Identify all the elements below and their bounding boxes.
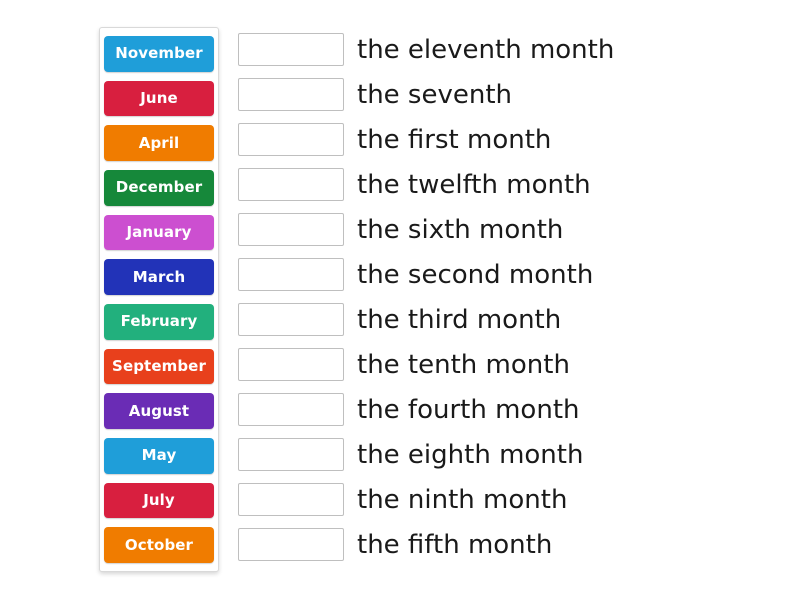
month-tile[interactable]: May bbox=[104, 438, 214, 474]
answer-drop-box[interactable] bbox=[238, 393, 344, 426]
answer-row: the first month bbox=[238, 117, 778, 162]
month-tile[interactable]: March bbox=[104, 259, 214, 296]
answer-row: the sixth month bbox=[238, 207, 778, 252]
answer-row: the fifth month bbox=[238, 522, 778, 567]
answer-drop-box[interactable] bbox=[238, 348, 344, 381]
definition-label: the third month bbox=[357, 304, 562, 335]
month-tile[interactable]: August bbox=[104, 393, 214, 430]
answer-rows-list: the eleventh month the seventh the first m… bbox=[238, 27, 778, 567]
answer-drop-box[interactable] bbox=[238, 303, 344, 336]
month-tile[interactable]: December bbox=[104, 170, 214, 206]
definition-label: the seventh bbox=[357, 79, 513, 110]
answer-row: the eighth month bbox=[238, 432, 778, 477]
answer-row: the fourth month bbox=[238, 387, 778, 432]
month-tile[interactable]: January bbox=[104, 214, 214, 251]
answer-drop-box[interactable] bbox=[238, 528, 344, 561]
month-tile[interactable]: September bbox=[104, 348, 214, 385]
month-tile[interactable]: February bbox=[104, 304, 214, 340]
definition-label: the sixth month bbox=[357, 214, 564, 245]
month-tile[interactable]: April bbox=[104, 125, 214, 162]
month-tiles-card: November June April December January March Feb… bbox=[99, 27, 219, 572]
activity-stage: November June April December January March Feb… bbox=[0, 0, 800, 600]
month-tile[interactable]: July bbox=[104, 482, 214, 519]
answer-drop-box[interactable] bbox=[238, 78, 344, 111]
month-tile[interactable]: October bbox=[104, 527, 214, 564]
answer-drop-box[interactable] bbox=[238, 438, 344, 471]
definition-label: the first month bbox=[357, 124, 552, 155]
answer-drop-box[interactable] bbox=[238, 168, 344, 201]
definition-label: the eleventh month bbox=[357, 34, 615, 65]
definition-label: the eighth month bbox=[357, 439, 584, 470]
answer-drop-box[interactable] bbox=[238, 123, 344, 156]
answer-drop-box[interactable] bbox=[238, 33, 344, 66]
answer-drop-box[interactable] bbox=[238, 483, 344, 516]
answer-row: the third month bbox=[238, 297, 778, 342]
month-tile[interactable]: November bbox=[104, 36, 214, 72]
definition-label: the second month bbox=[357, 259, 594, 290]
definition-label: the tenth month bbox=[357, 349, 570, 380]
answer-drop-box[interactable] bbox=[238, 258, 344, 291]
definition-label: the twelfth month bbox=[357, 169, 591, 200]
answer-row: the tenth month bbox=[238, 342, 778, 387]
answer-row: the second month bbox=[238, 252, 778, 297]
definition-label: the ninth month bbox=[357, 484, 568, 515]
definition-label: the fourth month bbox=[357, 394, 580, 425]
answer-row: the ninth month bbox=[238, 477, 778, 522]
answer-row: the eleventh month bbox=[238, 27, 778, 72]
definition-label: the fifth month bbox=[357, 529, 553, 560]
answer-row: the seventh bbox=[238, 72, 778, 117]
month-tile[interactable]: June bbox=[104, 80, 214, 117]
answer-drop-box[interactable] bbox=[238, 213, 344, 246]
answer-row: the twelfth month bbox=[238, 162, 778, 207]
